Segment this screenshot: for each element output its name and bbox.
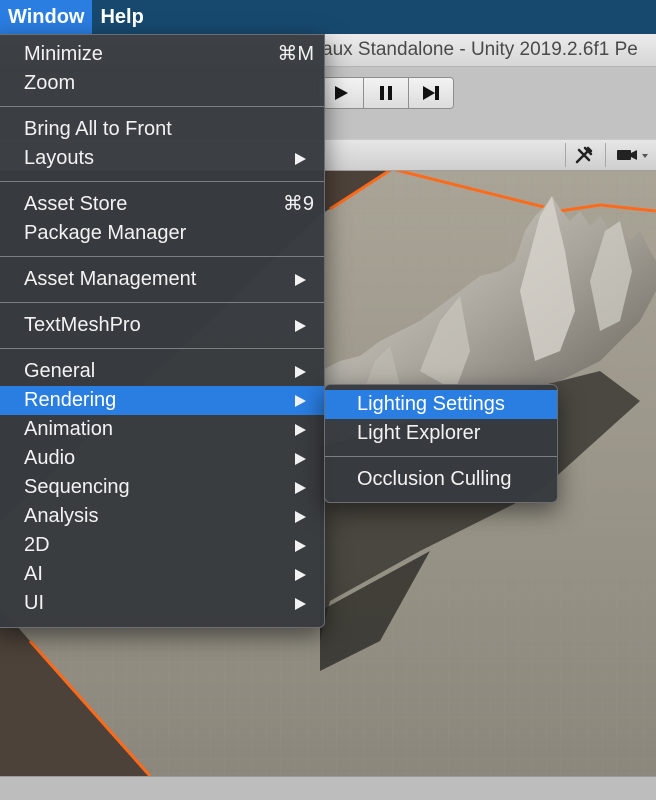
shortcut-label: ⌘M <box>277 43 314 65</box>
menu-item-rendering[interactable]: Rendering <box>0 386 324 415</box>
window-menu: Minimize ⌘M Zoom Bring All to Front Layo… <box>0 34 325 628</box>
menu-item-general[interactable]: General <box>0 357 324 386</box>
submenu-arrow-icon <box>295 395 306 407</box>
menu-item-label: Minimize <box>24 43 103 65</box>
menu-item-label: General <box>24 360 96 382</box>
submenu-arrow-icon <box>295 320 306 332</box>
menu-item-zoom[interactable]: Zoom <box>0 69 324 98</box>
menu-item-label: Lighting Settings <box>357 393 505 415</box>
menu-item-label: UI <box>24 592 44 614</box>
menubar-window[interactable]: Window <box>0 0 93 34</box>
menu-item-label: Audio <box>24 447 76 469</box>
menu-item-layouts[interactable]: Layouts <box>0 144 324 173</box>
menu-item-label: 2D <box>24 534 50 556</box>
menu-item-label: Light Explorer <box>357 422 481 444</box>
menu-item-label: TextMeshPro <box>24 314 141 336</box>
play-icon <box>335 86 348 100</box>
submenu-arrow-icon <box>295 424 306 436</box>
menu-item-audio[interactable]: Audio <box>0 444 324 473</box>
submenu-arrow-icon <box>295 453 306 465</box>
menu-separator <box>0 348 324 349</box>
play-button[interactable] <box>319 78 364 108</box>
pause-button[interactable] <box>364 78 409 108</box>
menu-item-label: Zoom <box>24 72 76 94</box>
camera-dropdown[interactable] <box>605 143 656 167</box>
menu-item-asset-management[interactable]: Asset Management <box>0 265 324 294</box>
menu-item-bring-all-to-front[interactable]: Bring All to Front <box>0 115 324 144</box>
tools-icon <box>575 146 593 164</box>
menu-item-ui[interactable]: UI <box>0 589 324 618</box>
step-button[interactable] <box>409 78 453 108</box>
menubar: Window Help <box>0 0 656 34</box>
submenu-arrow-icon <box>295 511 306 523</box>
submenu-arrow-icon <box>295 274 306 286</box>
scene-tools-button[interactable] <box>565 143 602 167</box>
menu-item-label: Asset Store <box>24 193 128 215</box>
camera-icon <box>616 150 648 160</box>
submenu-arrow-icon <box>295 569 306 581</box>
menu-item-label: Analysis <box>24 505 99 527</box>
menu-separator <box>0 106 324 107</box>
menu-item-label: Occlusion Culling <box>357 468 512 490</box>
menu-item-label: Bring All to Front <box>24 118 172 140</box>
menu-item-animation[interactable]: Animation <box>0 415 324 444</box>
menu-separator <box>325 456 557 457</box>
submenu-arrow-icon <box>295 540 306 552</box>
submenu-arrow-icon <box>295 482 306 494</box>
menu-item-2d[interactable]: 2D <box>0 531 324 560</box>
window-title: aux Standalone - Unity 2019.2.6f1 Pe <box>322 39 638 60</box>
step-icon <box>423 86 439 100</box>
menu-item-asset-store[interactable]: Asset Store ⌘9 <box>0 190 324 219</box>
submenu-arrow-icon <box>295 366 306 378</box>
menu-item-light-explorer[interactable]: Light Explorer <box>325 419 557 448</box>
menu-item-label: Sequencing <box>24 476 130 498</box>
menu-item-minimize[interactable]: Minimize ⌘M <box>0 40 324 69</box>
menu-item-label: Asset Management <box>24 268 197 290</box>
rendering-submenu: Lighting Settings Light Explorer Occlusi… <box>324 384 558 503</box>
menu-separator <box>0 302 324 303</box>
menu-item-label: Animation <box>24 418 113 440</box>
menu-item-label: AI <box>24 563 43 585</box>
menu-separator <box>0 181 324 182</box>
menu-item-label: Rendering <box>24 389 117 411</box>
menubar-help[interactable]: Help <box>92 0 151 34</box>
menu-item-sequencing[interactable]: Sequencing <box>0 473 324 502</box>
status-bar <box>0 776 656 800</box>
menu-item-label: Package Manager <box>24 222 187 244</box>
submenu-arrow-icon <box>295 598 306 610</box>
menu-item-lighting-settings[interactable]: Lighting Settings <box>325 390 557 419</box>
playmode-controls <box>318 77 454 109</box>
menu-item-analysis[interactable]: Analysis <box>0 502 324 531</box>
menu-item-package-manager[interactable]: Package Manager <box>0 219 324 248</box>
submenu-arrow-icon <box>295 153 306 165</box>
menu-item-occlusion-culling[interactable]: Occlusion Culling <box>325 465 557 494</box>
menu-item-label: Layouts <box>24 147 95 169</box>
pause-icon <box>380 86 392 100</box>
menu-separator <box>0 256 324 257</box>
menu-item-textmeshpro[interactable]: TextMeshPro <box>0 311 324 340</box>
shortcut-label: ⌘9 <box>282 193 314 215</box>
menu-item-ai[interactable]: AI <box>0 560 324 589</box>
